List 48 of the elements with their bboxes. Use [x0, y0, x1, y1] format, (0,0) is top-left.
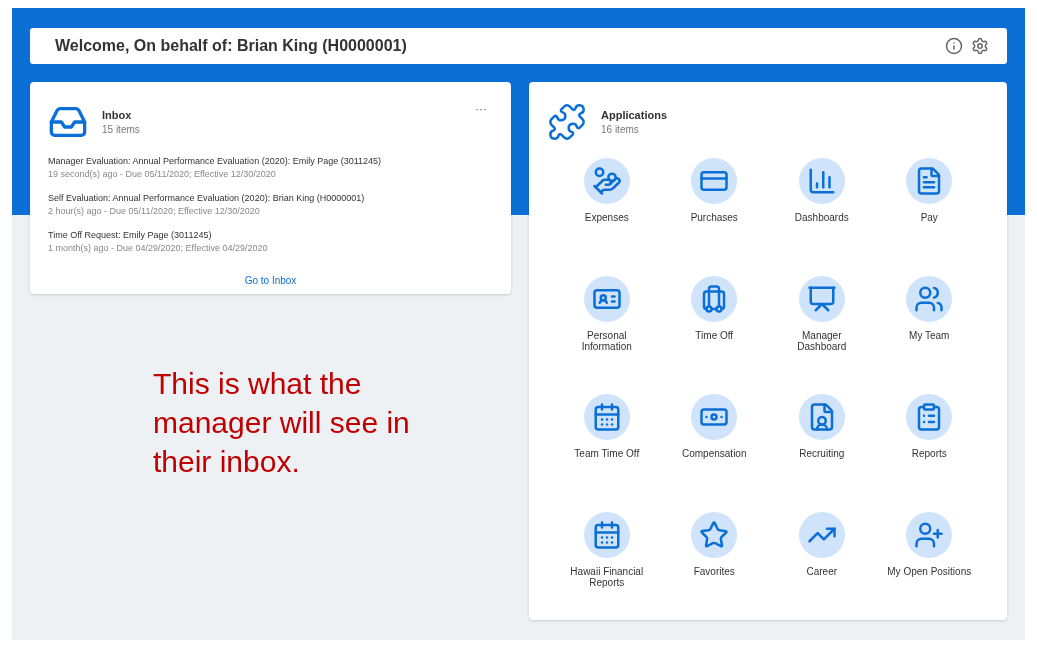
inbox-item-meta: 1 month(s) ago - Due 04/29/2020; Effective 04/29/2020	[48, 243, 269, 253]
banknote-icon	[691, 394, 738, 440]
applications-count: 16 items	[601, 124, 640, 135]
resume-icon	[798, 394, 845, 440]
info-icon[interactable]	[945, 37, 963, 55]
presentation-board-icon	[798, 276, 845, 322]
application-tile[interactable]: My Open Positions	[875, 512, 983, 612]
inbox-item-meta: 19 second(s) ago - Due 05/11/2020; Effective 12/30/2020	[48, 169, 277, 179]
application-tile[interactable]: Time Off	[660, 276, 768, 376]
calendar-icon	[583, 394, 630, 440]
application-tile[interactable]: Favorites	[660, 512, 768, 612]
application-tile[interactable]: My Team	[875, 276, 983, 376]
clipboard-icon	[906, 394, 953, 440]
user-plus-icon	[906, 512, 953, 558]
annotation-text: This is what the manager will see in their inbox.	[153, 366, 411, 480]
application-tile[interactable]: Expenses	[553, 158, 661, 258]
luggage-icon	[691, 276, 738, 322]
application-tile[interactable]: Pay	[875, 158, 983, 258]
inbox-item-title[interactable]: Self Evaluation: Annual Performance Evaluation (2020): Brian King (H0000001)	[48, 193, 493, 203]
application-tile[interactable]: Purchases	[660, 158, 768, 258]
id-card-icon	[583, 276, 630, 322]
application-tile[interactable]: Recruiting	[768, 394, 876, 494]
inbox-item-title[interactable]: Time Off Request: Emily Page (3011245)	[48, 230, 493, 240]
applications-title: Applications	[601, 109, 667, 121]
inbox-item-meta: 2 hour(s) ago - Due 05/11/2020; Effective 12/30/2020	[48, 206, 261, 216]
inbox-item-title[interactable]: Manager Evaluation: Annual Performance Evaluation (2020): Emily Page (3011245)	[48, 156, 493, 166]
credit-card-icon	[691, 158, 738, 204]
application-tile[interactable]: Team Time Off	[553, 394, 661, 494]
document-icon	[906, 158, 953, 204]
go-to-inbox-link[interactable]: Go to Inbox	[48, 275, 493, 286]
calendar-icon	[583, 512, 630, 558]
application-tile[interactable]: Reports	[875, 394, 983, 494]
welcome-title: Welcome, On behalf of: Brian King (H0000001)	[55, 37, 407, 55]
application-tile[interactable]: Career	[768, 512, 876, 612]
application-tile[interactable]: Compensation	[660, 394, 768, 494]
inbox-count: 15 items	[102, 124, 140, 135]
application-tile[interactable]: Personal Information	[553, 276, 661, 376]
settings-icon[interactable]	[971, 37, 989, 55]
application-tile[interactable]: Dashboards	[768, 158, 876, 258]
application-tile[interactable]: Manager Dashboard	[768, 276, 876, 376]
more-button[interactable]: ···	[475, 102, 487, 116]
application-tile[interactable]: Hawaii Financial Reports	[553, 512, 661, 612]
trending-chart-icon	[798, 512, 845, 558]
inbox-title: Inbox	[102, 109, 133, 121]
hand-coins-icon	[583, 158, 630, 204]
people-icon	[906, 276, 953, 322]
puzzle-icon	[547, 102, 587, 142]
bar-chart-icon	[798, 158, 845, 204]
